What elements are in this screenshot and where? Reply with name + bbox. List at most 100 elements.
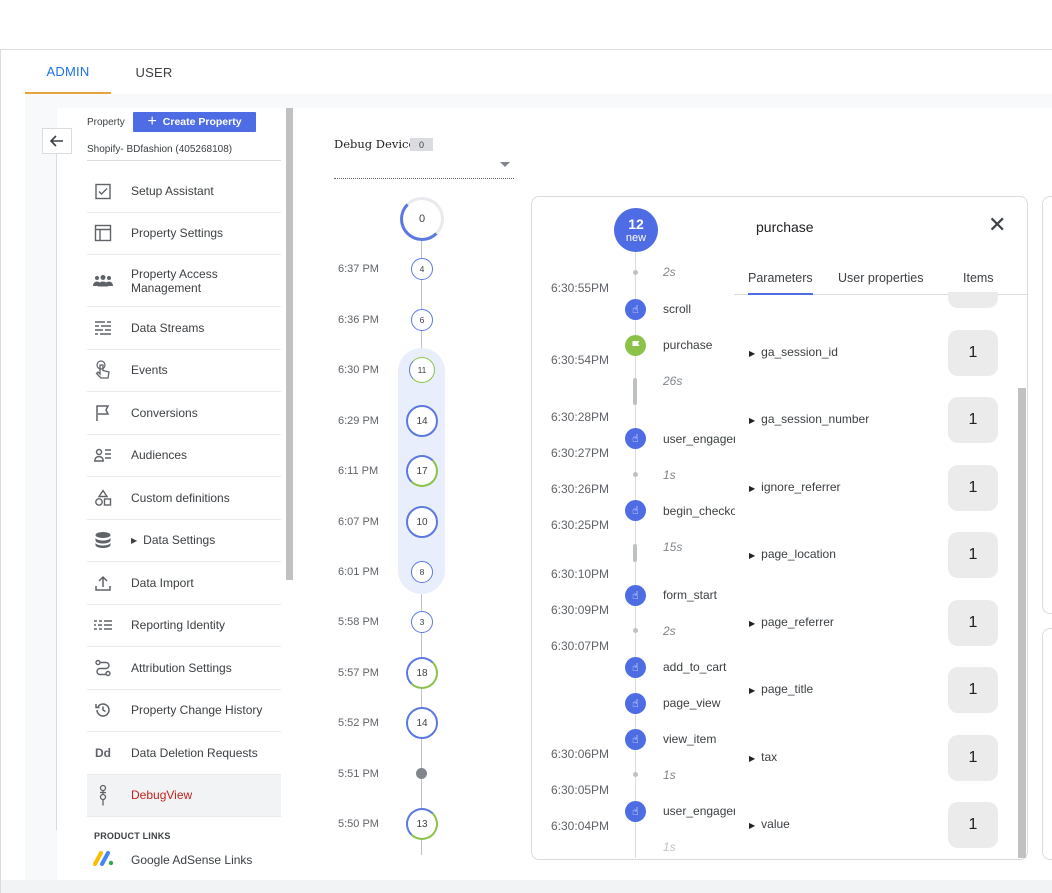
param-row[interactable]: ▶ page_location 1 bbox=[749, 532, 999, 578]
event-name[interactable]: purchase bbox=[663, 338, 735, 352]
gap-duration: 1s bbox=[663, 768, 676, 782]
nav-item-property-change-history[interactable]: Property Change History bbox=[87, 690, 281, 732]
nav-item-attribution-settings[interactable]: Attribution Settings bbox=[87, 647, 281, 690]
nav-item-property-settings[interactable]: Property Settings bbox=[87, 213, 281, 255]
touch-icon: ☝ bbox=[625, 657, 646, 678]
expand-triangle-icon: ▶ bbox=[749, 686, 756, 695]
minute-count-circle[interactable]: 6 bbox=[411, 309, 433, 331]
expand-triangle-icon: ▶ bbox=[749, 484, 756, 493]
tab-admin[interactable]: ADMIN bbox=[25, 50, 111, 94]
nav-item-data-import[interactable]: Data Import bbox=[87, 562, 281, 605]
param-row[interactable]: ▶ ignore_referrer 1 bbox=[749, 465, 999, 511]
gap-bar bbox=[633, 378, 637, 405]
nav-item-audiences[interactable]: Audiences bbox=[87, 435, 281, 477]
dropdown-caret-icon[interactable] bbox=[500, 162, 510, 167]
event-name[interactable]: page_view bbox=[663, 696, 735, 710]
nav-item-debugview[interactable]: DebugView bbox=[87, 774, 281, 817]
minute-count-circle[interactable]: 11 bbox=[409, 357, 435, 383]
param-name: value bbox=[761, 817, 790, 831]
param-value: 1 bbox=[948, 802, 998, 848]
event-name[interactable]: add_to_cart bbox=[663, 660, 735, 674]
flag-icon bbox=[93, 403, 113, 423]
nav-label: Data Streams bbox=[131, 320, 205, 335]
nav-label: Attribution Settings bbox=[131, 660, 232, 675]
touch-icon: ☝ bbox=[625, 693, 646, 714]
minute-time: 5:52 PM bbox=[338, 717, 379, 729]
nav-item-adsense-links[interactable]: Google AdSense Links bbox=[87, 850, 252, 869]
nav-item-conversions[interactable]: Conversions bbox=[87, 392, 281, 435]
adsense-icon bbox=[93, 850, 114, 869]
minute-dot[interactable] bbox=[416, 768, 427, 779]
user-properties-card bbox=[1042, 628, 1052, 860]
new-events-badge[interactable]: 12 new bbox=[614, 208, 658, 252]
back-arrow-button[interactable] bbox=[42, 128, 72, 154]
nav-item-data-streams[interactable]: Data Streams bbox=[87, 307, 281, 350]
event-name[interactable]: form_start bbox=[663, 588, 735, 602]
param-row[interactable]: ▶ tax 1 bbox=[749, 735, 999, 781]
debug-device-select[interactable] bbox=[334, 178, 514, 179]
param-name: page_location bbox=[761, 547, 836, 561]
event-time: 6:30:55PM bbox=[551, 281, 610, 295]
param-name: ga_session_number bbox=[761, 412, 870, 426]
arrow-left-icon bbox=[49, 135, 63, 147]
nav-item-events[interactable]: Events bbox=[87, 350, 281, 392]
gap-dot bbox=[633, 772, 638, 777]
param-row[interactable]: ▶ page_title 1 bbox=[749, 667, 999, 713]
touch-icon: ☝ bbox=[625, 500, 646, 521]
param-row[interactable]: ▶ value 1 bbox=[749, 802, 999, 848]
property-rule bbox=[87, 160, 281, 161]
tab-user[interactable]: USER bbox=[111, 50, 197, 94]
event-detail-title: purchase bbox=[756, 219, 814, 235]
touch-icon bbox=[93, 360, 113, 380]
gap-duration: 1s bbox=[663, 840, 676, 854]
gap-dot bbox=[633, 270, 638, 275]
minute-count-circle[interactable]: 10 bbox=[406, 506, 438, 538]
nav-item-setup-assistant[interactable]: Setup Assistant bbox=[87, 170, 281, 213]
tab-items[interactable]: Items bbox=[963, 271, 994, 285]
nav-item-data-deletion[interactable]: Dd Data Deletion Requests bbox=[87, 732, 281, 775]
nav-item-property-access[interactable]: Property Access Management bbox=[87, 255, 281, 307]
minute-count-circle[interactable]: 18 bbox=[406, 657, 438, 689]
param-row[interactable]: ▶ ga_session_number 1 bbox=[749, 397, 999, 443]
nav-label: Custom definitions bbox=[131, 490, 230, 505]
gap-duration: 1s bbox=[663, 468, 676, 482]
close-icon[interactable]: ✕ bbox=[988, 213, 1006, 237]
minute-count-circle[interactable]: 8 bbox=[411, 561, 433, 583]
event-name[interactable]: user_engagement bbox=[663, 432, 735, 446]
nav-scrollbar[interactable] bbox=[286, 108, 293, 580]
minute-count-circle[interactable]: 13 bbox=[406, 808, 438, 840]
detail-scrollbar[interactable] bbox=[1018, 388, 1026, 858]
minute-count-circle[interactable]: 14 bbox=[406, 707, 438, 739]
param-value: 1 bbox=[948, 330, 998, 376]
param-row[interactable]: ▶ page_referrer 1 bbox=[749, 600, 999, 646]
tab-user-properties[interactable]: User properties bbox=[838, 271, 923, 285]
create-property-button[interactable]: + Create Property bbox=[133, 112, 256, 132]
touch-icon: ☝ bbox=[625, 428, 646, 449]
param-name: tax bbox=[761, 750, 778, 764]
minute-count-circle[interactable]: 3 bbox=[411, 611, 433, 633]
top-bar bbox=[0, 0, 1052, 50]
event-name[interactable]: scroll bbox=[663, 302, 735, 316]
minute-count-circle[interactable]: 4 bbox=[411, 258, 433, 280]
tab-parameters[interactable]: Parameters bbox=[748, 271, 813, 295]
bottom-strip bbox=[1, 880, 1052, 893]
expand-triangle-icon: ▶ bbox=[749, 416, 756, 425]
property-selector[interactable]: Shopify- BDfashion (405268108) bbox=[87, 144, 232, 155]
nav-item-custom-definitions[interactable]: Custom definitions bbox=[87, 477, 281, 520]
event-name[interactable]: begin_checkout bbox=[663, 504, 735, 518]
new-count: 12 bbox=[628, 215, 644, 232]
nav-item-data-settings[interactable]: ▶ Data Settings bbox=[87, 520, 281, 562]
nav-item-reporting-identity[interactable]: Reporting Identity bbox=[87, 605, 281, 647]
plus-icon: + bbox=[147, 113, 157, 130]
event-name[interactable]: view_item bbox=[663, 732, 735, 746]
param-row[interactable]: ▶ ga_session_id 1 bbox=[749, 330, 999, 376]
minute-count-circle[interactable]: 17 bbox=[406, 455, 438, 487]
minute-time: 5:50 PM bbox=[338, 818, 379, 830]
event-name[interactable]: user_engagement bbox=[663, 804, 735, 818]
flag-icon bbox=[625, 335, 646, 356]
dd-icon: Dd bbox=[95, 745, 111, 760]
event-time: 6:30:04PM bbox=[551, 819, 610, 833]
shapes-icon bbox=[93, 488, 113, 508]
minute-count-circle[interactable]: 14 bbox=[406, 405, 438, 437]
event-time: 6:30:54PM bbox=[551, 353, 610, 367]
